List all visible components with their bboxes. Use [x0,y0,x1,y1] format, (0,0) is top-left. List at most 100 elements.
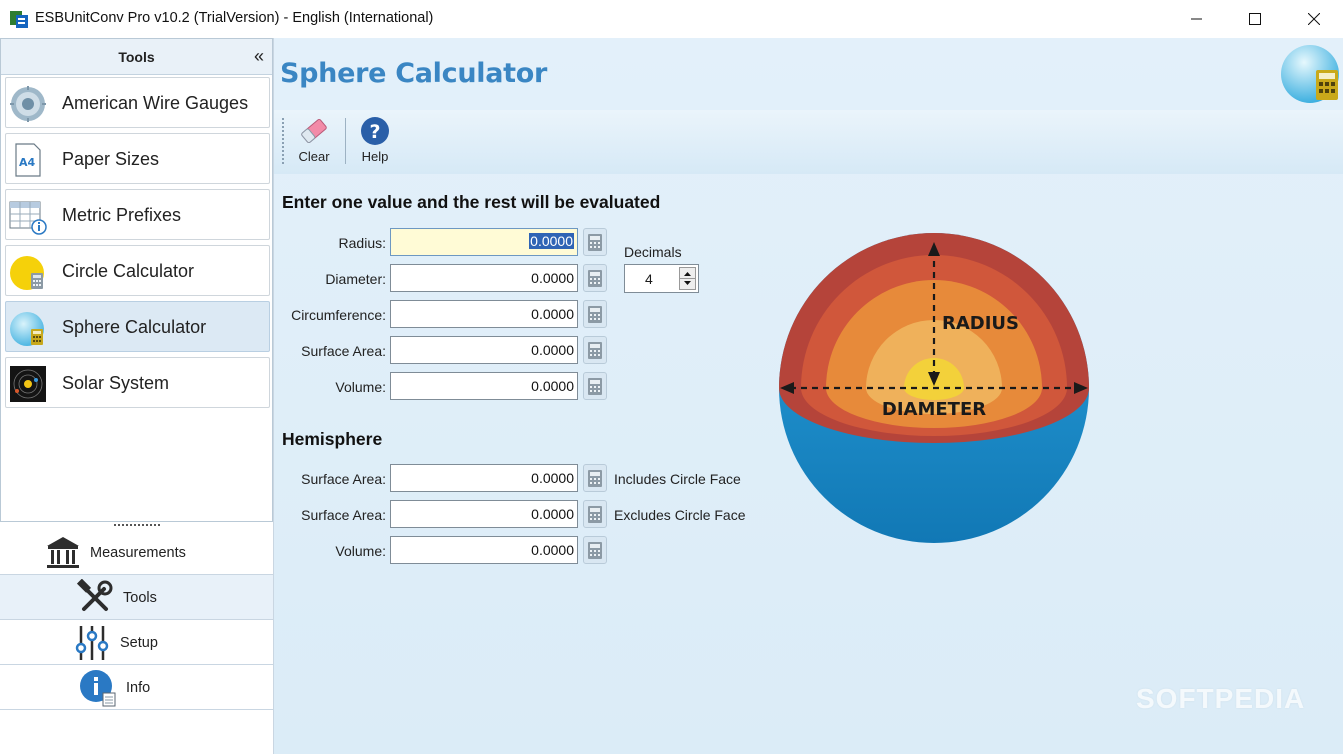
calculator-icon [588,542,602,559]
tool-item-label: Paper Sizes [62,149,160,169]
sphere-diagram: RADIUS DIAMETER [779,233,1089,543]
spinner-arrows[interactable] [679,267,696,290]
hemi-volume-label: Volume: [335,543,386,559]
solar-system-icon [10,366,46,402]
volume-input[interactable]: 0.0000 [390,372,578,400]
decimals-label: Decimals [624,244,682,260]
surface-area-input[interactable]: 0.0000 [390,336,578,364]
calculator-icon [588,506,602,523]
wire-gauge-icon [10,86,46,122]
nav-item-measurements[interactable]: Measurements [0,530,273,575]
decimals-spinner[interactable]: 4 [624,264,699,293]
svg-text:?: ? [369,121,380,143]
sphere-calculator-logo-icon [1281,45,1339,103]
tool-item-american-wire-gauges[interactable]: American Wire Gauges [5,77,270,128]
hemi-surface-area-inc-label: Surface Area: [301,471,386,487]
help-icon: ? [361,117,389,145]
hemi-surface-area-exc-input[interactable]: 0.0000 [390,500,578,528]
maximize-button[interactable] [1226,0,1284,38]
sidebar: Tools « American Wire Gauges A4 Paper Si… [0,38,274,754]
nav-item-label: Measurements [90,545,186,561]
window-title: ESBUnitConv Pro v10.2 (TrialVersion) - E… [35,10,434,26]
title-bar: ESBUnitConv Pro v10.2 (TrialVersion) - E… [0,0,1343,38]
close-button[interactable] [1285,0,1343,38]
toolbar: Clear ? Help [274,110,1343,174]
hemisphere-heading: Hemisphere [282,429,383,449]
close-icon [1308,13,1320,25]
bank-building-icon [47,537,79,568]
up-down-arrows-icon [680,272,695,285]
radius-calc-button[interactable] [583,228,607,256]
hemi-surface-area-inc-input[interactable]: 0.0000 [390,464,578,492]
tools-header-label: Tools [118,49,155,65]
calculator-icon [588,470,602,487]
radius-diagram-label: RADIUS [942,313,1019,334]
tools-header: Tools « [1,39,272,75]
diameter-input[interactable]: 0.0000 [390,264,578,292]
nav-item-setup[interactable]: Setup [0,620,273,665]
tool-item-label: American Wire Gauges [62,93,249,113]
hemi-surface-area-exc-calc-button[interactable] [583,500,607,528]
help-label: Help [361,149,389,164]
hemi-volume-input[interactable]: 0.0000 [390,536,578,564]
calculator-icon [588,270,602,287]
circle-calculator-icon [10,256,44,290]
nav-item-label: Info [126,680,151,696]
surface-area-calc-button[interactable] [583,336,607,364]
diameter-label: Diameter: [325,271,386,287]
hemi-volume-calc-button[interactable] [583,536,607,564]
sliders-icon [75,626,109,660]
tool-item-sphere-calculator[interactable]: Sphere Calculator [5,301,270,352]
app-icon [10,11,28,28]
excludes-circle-face-note: Excludes Circle Face [614,507,746,523]
decimals-value: 4 [645,271,653,287]
tool-item-circle-calculator[interactable]: Circle Calculator [5,245,270,296]
nav-item-label: Setup [120,635,158,651]
hemi-surface-area-exc-label: Surface Area: [301,507,386,523]
panel-splitter[interactable] [114,524,160,528]
maximize-icon [1249,13,1261,25]
tool-item-paper-sizes[interactable]: A4 Paper Sizes [5,133,270,184]
tool-item-metric-prefixes[interactable]: Metric Prefixes [5,189,270,240]
hemi-surface-area-inc-calc-button[interactable] [583,464,607,492]
tool-item-label: Metric Prefixes [62,205,182,225]
diameter-calc-button[interactable] [583,264,607,292]
eraser-icon [301,119,327,143]
nav-item-info[interactable]: Info [0,665,273,710]
calculator-icon [588,306,602,323]
includes-circle-face-note: Includes Circle Face [614,471,741,487]
volume-label: Volume: [335,379,386,395]
circumference-input[interactable]: 0.0000 [390,300,578,328]
wrench-hammer-icon [76,579,113,611]
collapse-icon[interactable]: « [254,46,264,67]
circumference-calc-button[interactable] [583,300,607,328]
diameter-diagram-label: DIAMETER [882,399,986,420]
nav-item-tools[interactable]: Tools [0,575,273,620]
volume-calc-button[interactable] [583,372,607,400]
radius-value: 0.0000 [529,233,574,249]
radius-input[interactable]: 0.0000 [390,228,578,256]
circumference-label: Circumference: [291,307,386,323]
tool-item-solar-system[interactable]: Solar System [5,357,270,408]
sphere-calculator-icon [10,312,44,346]
calculator-icon [588,378,602,395]
calculator-icon [588,342,602,359]
clear-button[interactable]: Clear [289,116,339,168]
table-info-icon [9,201,47,235]
tool-item-label: Solar System [62,373,170,393]
svg-text:A4: A4 [19,156,36,169]
surface-area-label: Surface Area: [301,343,386,359]
minimize-icon [1191,18,1202,20]
main-panel: Sphere Calculator Clear ? Help Enter one… [274,38,1343,754]
calculator-icon [588,234,602,251]
watermark: SOFTPEDIA [1136,683,1306,714]
tool-item-label: Sphere Calculator [62,317,207,337]
tool-item-label: Circle Calculator [62,261,195,281]
page-title: Sphere Calculator [280,58,547,89]
toolbar-grip [282,118,284,164]
info-icon [80,670,116,707]
help-button[interactable]: ? Help [350,116,400,168]
nav-item-label: Tools [123,590,157,606]
minimize-button[interactable] [1168,0,1226,38]
tools-panel: Tools « American Wire Gauges A4 Paper Si… [0,38,273,522]
